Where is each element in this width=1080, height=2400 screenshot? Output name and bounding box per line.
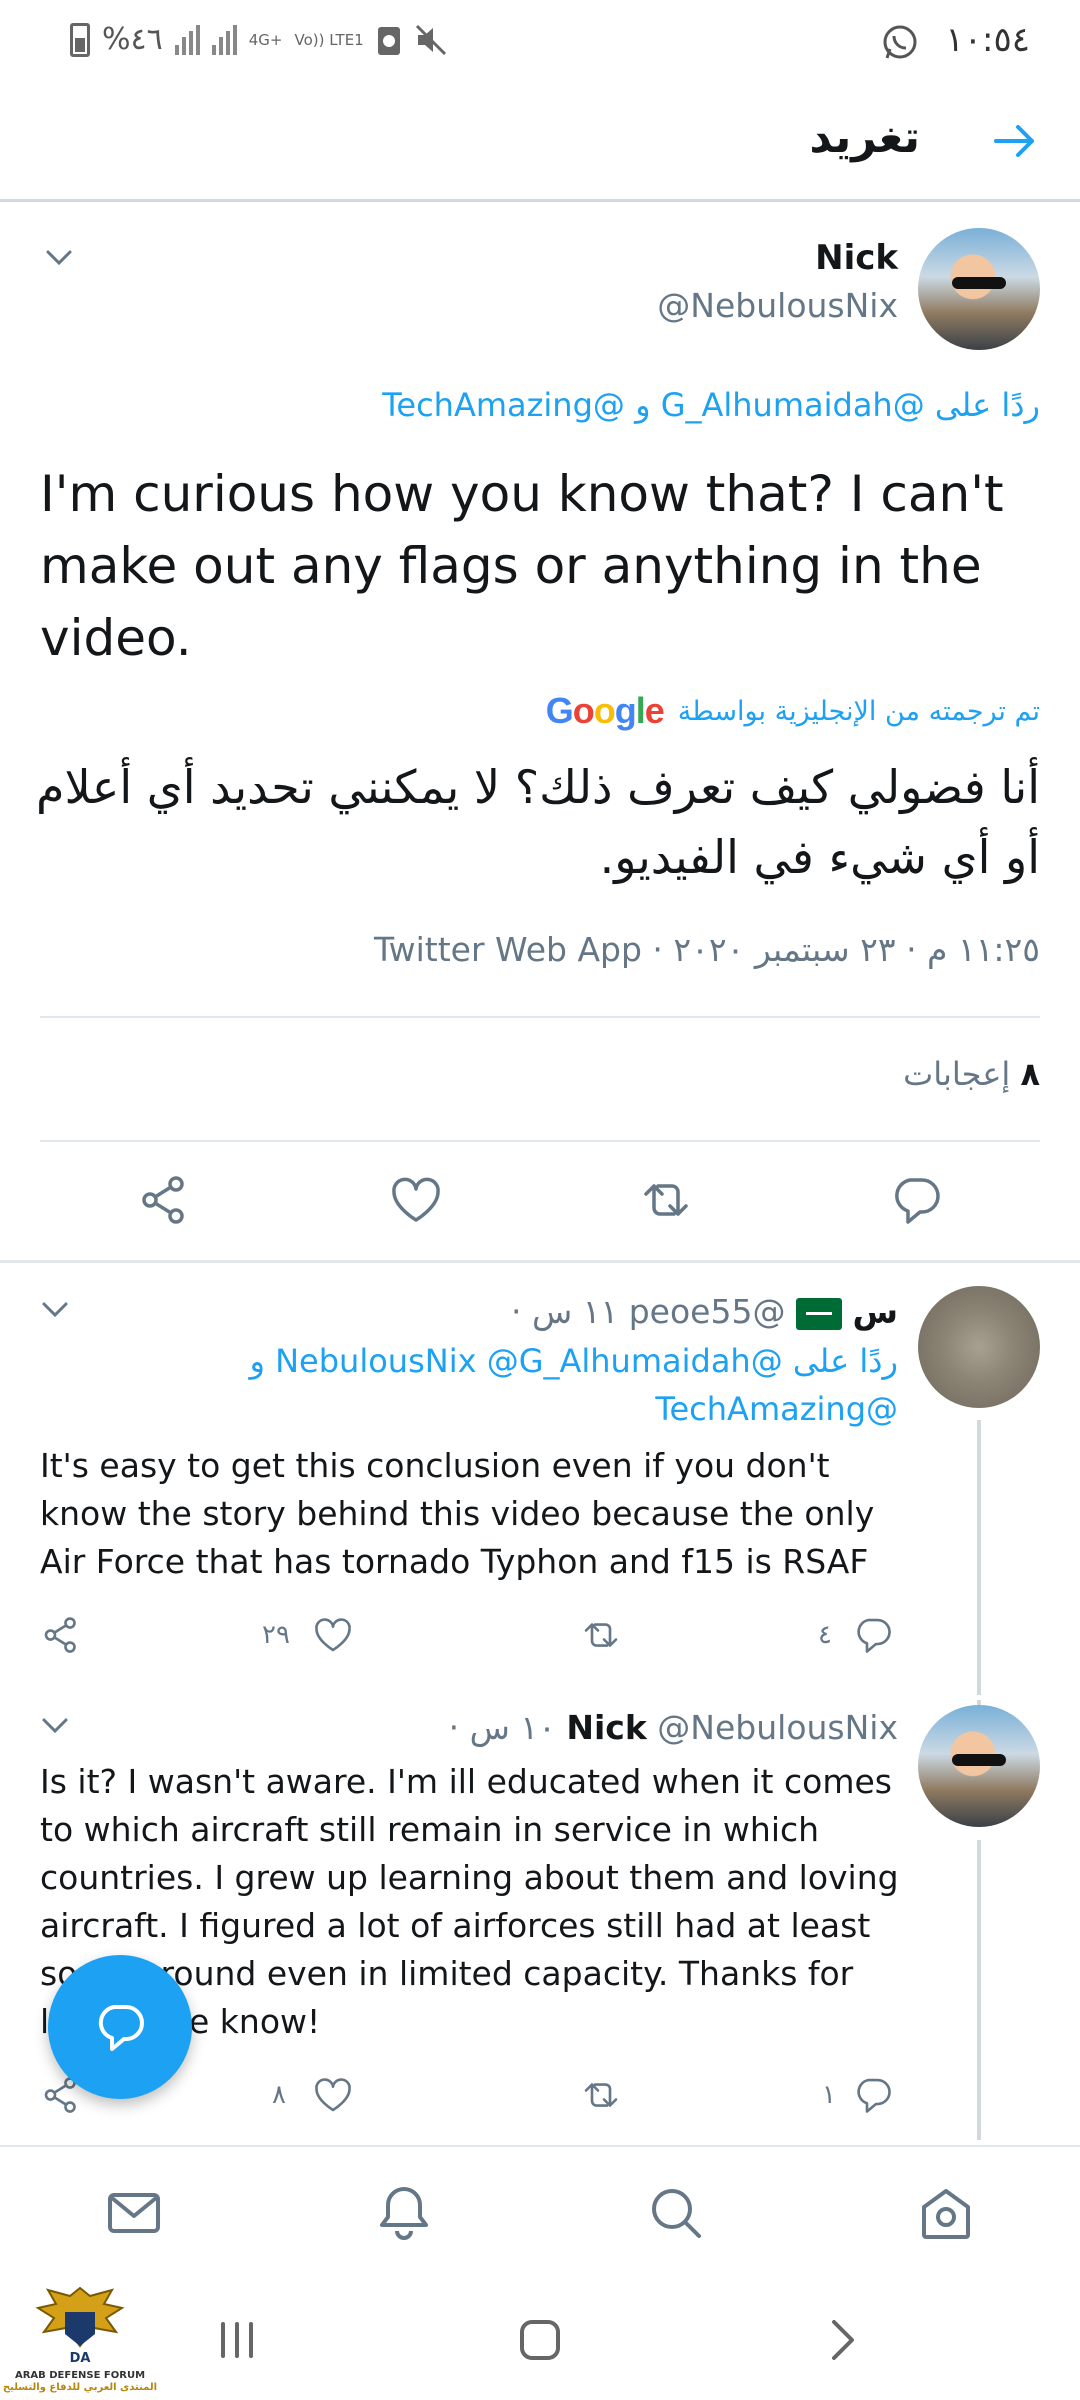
reply-actions: ٢٩ ٤ [40, 1610, 900, 1660]
divider [40, 1140, 1040, 1142]
retweet-icon[interactable] [638, 1172, 694, 1228]
like-count: ٢٩ [262, 1620, 290, 1650]
forum-name-en: ARAB DEFENSE FORUM [14, 2370, 146, 2381]
volte-indicator: Vo)) LTE1 [294, 30, 364, 49]
likes-label: إعجابات [903, 1055, 1011, 1093]
app-header: تغريد [0, 86, 1080, 202]
avatar[interactable] [918, 228, 1040, 350]
translated-label: تم ترجمته من الإنجليزية بواسطة [677, 695, 1040, 727]
like-icon[interactable] [312, 2074, 354, 2116]
tweet-timestamp: ١١:٢٥ م · ٢٣ سبتمبر ٢٠٢٠ · Twitter Web A… [373, 930, 1040, 969]
network-type: 4G+ [248, 30, 283, 49]
like-icon[interactable] [312, 1614, 354, 1656]
avatar[interactable] [918, 1286, 1040, 1408]
thread-line [977, 1420, 981, 1695]
reply-icon[interactable] [852, 2074, 894, 2116]
search-icon[interactable] [646, 2183, 706, 2243]
reply-bubble-icon [98, 2005, 144, 2051]
clock: ١٠:٥٤ [945, 20, 1030, 60]
share-icon[interactable] [136, 1172, 192, 1228]
chevron-down-icon[interactable] [36, 1706, 74, 1744]
forum-logo: DA [35, 2286, 125, 2366]
back-arrow-icon[interactable] [990, 116, 1040, 166]
forum-name-ar: المنتدى العربي للدفاع والتسليح [2, 2382, 158, 2393]
compose-reply-button[interactable] [48, 1955, 192, 2099]
reply-time: ١١ س · [511, 1292, 619, 1331]
thread-line [977, 1840, 981, 2140]
reply-to-label[interactable]: ردًا على @G_Alhumaidah و @TechAmazing [382, 386, 1040, 424]
page-title: تغريد [809, 112, 920, 163]
reply-author-name[interactable]: Nick [566, 1708, 646, 1747]
messages-icon[interactable] [104, 2183, 164, 2243]
signal-icon [174, 24, 200, 55]
status-indicators: %٤٦ 4G+ Vo)) LTE1 [70, 22, 448, 57]
retweet-icon[interactable] [580, 1614, 622, 1656]
reply-author-handle[interactable]: @NebulousNix [657, 1708, 898, 1747]
reply-icon[interactable] [888, 1172, 944, 1228]
mute-icon [415, 24, 446, 55]
reply-to-label[interactable]: ردًا على @NebulousNix @G_Alhumaidah و [249, 1342, 898, 1380]
reply-time: ١٠ س · [448, 1708, 556, 1747]
likes-summary[interactable]: ٨ إعجابات [903, 1055, 1040, 1093]
tweet-translation: أنا فضولي كيف تعرف ذلك؟ لا يمكنني تحديد … [35, 760, 1040, 884]
signal-icon-2 [211, 24, 237, 55]
reply-count: ٤ [818, 1620, 832, 1650]
forum-watermark: DA ARAB DEFENSE FORUM المنتدى العربي للد… [0, 2278, 160, 2400]
reply-author-handle[interactable]: @peoe55 [629, 1292, 786, 1331]
likes-count: ٨ [1020, 1055, 1040, 1093]
like-icon[interactable] [388, 1172, 444, 1228]
chevron-down-icon[interactable] [40, 238, 78, 276]
avatar[interactable] [918, 1705, 1040, 1827]
share-icon[interactable] [40, 1614, 82, 1656]
google-logo: Google [545, 690, 665, 731]
forum-logo-text: DA [70, 2351, 91, 2366]
system-nav-bar [0, 2280, 1080, 2400]
notifications-icon[interactable] [374, 2183, 434, 2243]
divider [40, 1016, 1040, 1018]
recycle-icon [377, 26, 400, 55]
back-button-icon[interactable] [812, 2310, 872, 2370]
home-button-icon[interactable] [510, 2310, 570, 2370]
forum-name: ARAB DEFENSE FORUM المنتدى العربي للدفاع… [0, 2370, 160, 2394]
tweet-author-name[interactable]: Nick [815, 238, 898, 278]
home-icon[interactable] [916, 2183, 976, 2243]
whatsapp-icon [883, 25, 917, 59]
reply-author-name[interactable]: س [852, 1292, 898, 1331]
reply-header: س @peoe55 ١١ س · [511, 1292, 898, 1331]
reply-to-label-2[interactable]: @TechAmazing [655, 1390, 898, 1428]
recent-apps-icon[interactable] [207, 2310, 267, 2370]
saudi-flag-icon [795, 1297, 842, 1330]
tweet-author-handle[interactable]: @NebulousNix [657, 286, 898, 325]
reply-text: It's easy to get this conclusion even if… [40, 1446, 875, 1581]
chevron-down-icon[interactable] [36, 1290, 74, 1328]
translation-attribution: تم ترجمته من الإنجليزية بواسطة Google [546, 690, 1040, 732]
reply-icon[interactable] [852, 1614, 894, 1656]
tweet-text: I'm curious how you know that? I can't m… [40, 465, 1004, 667]
bottom-tab-bar [0, 2145, 1080, 2280]
like-count: ٨ [272, 2080, 286, 2110]
reply-count: ١ [822, 2080, 836, 2110]
tweet-actions [0, 1172, 1080, 1232]
retweet-icon[interactable] [580, 2074, 622, 2116]
divider [0, 1260, 1080, 1263]
battery-percent: %٤٦ [102, 22, 163, 57]
reply-header: Nick @NebulousNix ١٠ س · [449, 1708, 898, 1747]
status-bar: %٤٦ 4G+ Vo)) LTE1 ١٠:٥٤ [0, 0, 1080, 86]
battery-icon [70, 22, 90, 57]
